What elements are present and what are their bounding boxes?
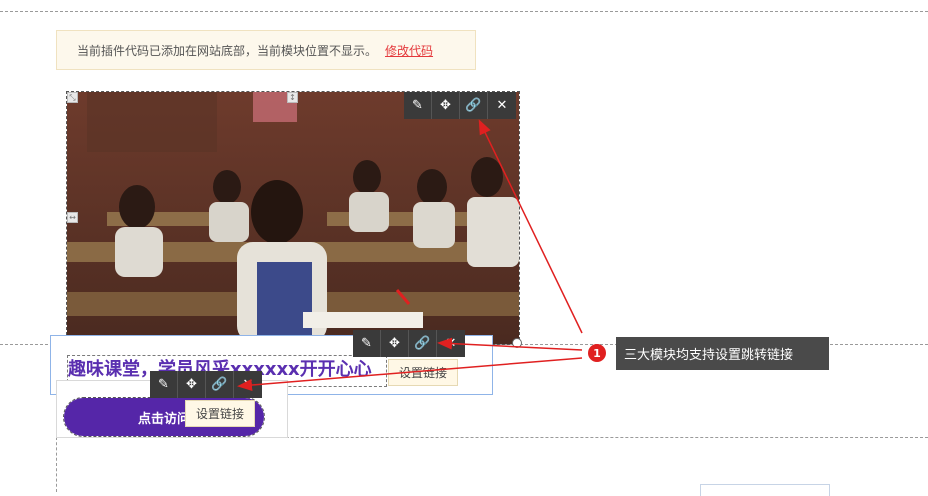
image-module[interactable]: ⤡ ↕ ↔ — [66, 91, 520, 345]
close-icon[interactable]: ✕ — [234, 371, 262, 398]
button-link-tip[interactable]: 设置链接 — [185, 400, 256, 427]
move-icon[interactable]: ✥ — [381, 330, 409, 357]
close-icon[interactable]: ✕ — [488, 92, 516, 119]
link-icon[interactable]: 🔗 — [460, 92, 488, 119]
annotation-badge: 1 — [588, 344, 606, 362]
title-toolbar: ✎ ✥ 🔗 ✕ — [353, 330, 465, 357]
plugin-notice: 当前插件代码已添加在网站底部，当前模块位置不显示。 修改代码 — [56, 30, 476, 70]
link-icon[interactable]: 🔗 — [206, 371, 234, 398]
edit-code-link[interactable]: 修改代码 — [385, 42, 433, 59]
top-guide-line — [0, 11, 928, 12]
pencil-icon[interactable]: ✎ — [353, 330, 381, 357]
move-icon[interactable]: ✥ — [432, 92, 460, 119]
close-icon[interactable]: ✕ — [437, 330, 465, 357]
notice-text: 当前插件代码已添加在网站底部，当前模块位置不显示。 — [77, 43, 378, 58]
bottom-module-edge — [700, 484, 830, 496]
classroom-photo — [67, 92, 519, 344]
move-icon[interactable]: ✥ — [178, 371, 206, 398]
pencil-icon[interactable]: ✎ — [404, 92, 432, 119]
title-link-tip[interactable]: 设置链接 — [388, 359, 459, 386]
left-guide-line — [56, 437, 57, 492]
pencil-icon[interactable]: ✎ — [150, 371, 178, 398]
resize-handle-left[interactable]: ↔ — [67, 212, 78, 223]
link-icon[interactable]: 🔗 — [409, 330, 437, 357]
button-toolbar: ✎ ✥ 🔗 ✕ — [150, 371, 262, 398]
rotate-handle[interactable] — [512, 338, 522, 348]
annotation-callout: 三大模块均支持设置跳转链接 — [616, 337, 829, 370]
resize-handle-top-left[interactable]: ⤡ — [67, 92, 78, 103]
resize-handle-top[interactable]: ↕ — [287, 92, 298, 103]
image-toolbar: ✎ ✥ 🔗 ✕ — [404, 92, 516, 119]
